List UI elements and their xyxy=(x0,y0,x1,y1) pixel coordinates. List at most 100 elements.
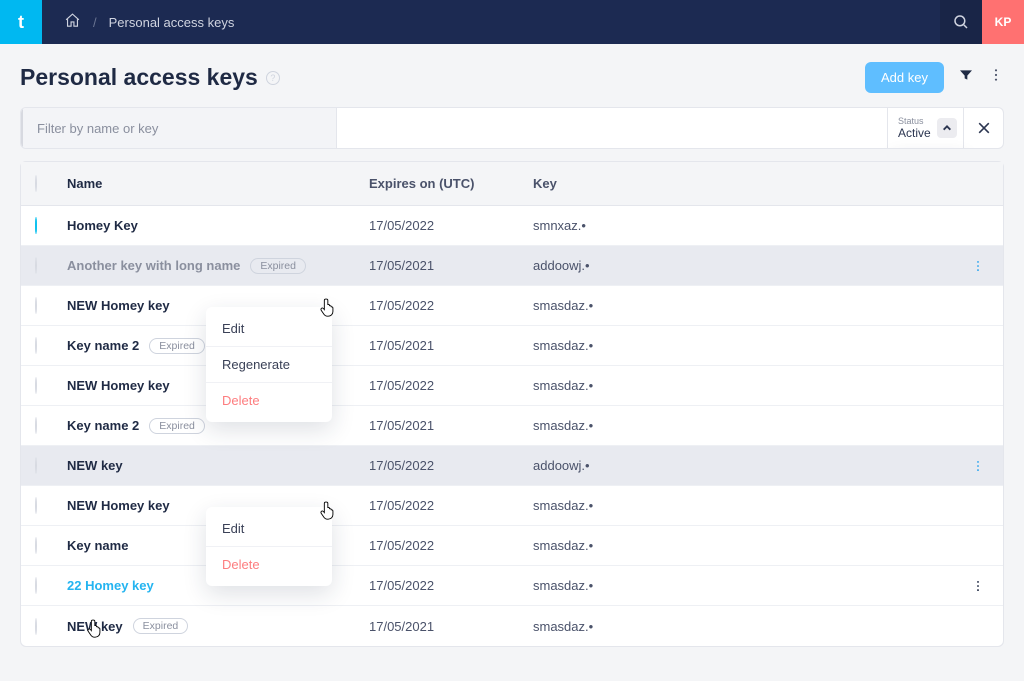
table-header: Name Expires on (UTC) Key xyxy=(21,162,1003,206)
header-actions: Add key xyxy=(865,62,1004,93)
row-key: addoowj.• xyxy=(533,458,967,473)
row-expires: 17/05/2021 xyxy=(369,418,533,433)
table-row[interactable]: Key name 2 Expired 17/05/2021smasdaz.• xyxy=(21,406,1003,446)
column-expires[interactable]: Expires on (UTC) xyxy=(369,176,533,191)
row-checkbox[interactable] xyxy=(35,457,37,474)
close-filter-button[interactable] xyxy=(963,108,1003,148)
row-expires: 17/05/2022 xyxy=(369,218,533,233)
row-key: smasdaz.• xyxy=(533,538,967,553)
row-expires: 17/05/2022 xyxy=(369,538,533,553)
table-row[interactable]: Key name 2 Expired 17/05/2021smasdaz.• xyxy=(21,326,1003,366)
row-checkbox[interactable] xyxy=(35,337,37,354)
context-menu-expired: Edit Regenerate Delete xyxy=(206,307,332,422)
row-name: Homey Key xyxy=(67,218,138,233)
page-title-text: Personal access keys xyxy=(20,64,258,91)
row-name: NEW key xyxy=(67,458,123,473)
expired-badge: Expired xyxy=(250,258,306,274)
breadcrumb-separator: / xyxy=(93,15,97,30)
row-checkbox[interactable] xyxy=(35,377,37,394)
row-key: addoowj.• xyxy=(533,258,967,273)
row-expires: 17/05/2022 xyxy=(369,298,533,313)
row-checkbox[interactable] xyxy=(35,297,37,314)
row-key: smasdaz.• xyxy=(533,498,967,513)
more-icon[interactable] xyxy=(988,67,1004,88)
table-row[interactable]: Homey Key 17/05/2022smnxaz.• xyxy=(21,206,1003,246)
row-expires: 17/05/2021 xyxy=(369,619,533,634)
home-icon[interactable] xyxy=(64,12,81,32)
user-avatar[interactable]: KP xyxy=(982,0,1024,44)
row-name: NEW Homey key xyxy=(67,498,170,513)
table-row[interactable]: NEW Homey key 17/05/2022smasdaz.• xyxy=(21,286,1003,326)
select-all-checkbox[interactable] xyxy=(35,175,37,192)
table-row[interactable]: NEW key Expired 17/05/2021smasdaz.• xyxy=(21,606,1003,646)
table-row[interactable]: Another key with long name Expired 17/05/2… xyxy=(21,246,1003,286)
filter-icon[interactable] xyxy=(958,67,974,88)
ctx-regenerate[interactable]: Regenerate xyxy=(206,346,332,382)
row-checkbox[interactable] xyxy=(35,497,37,514)
filter-bar: Status Active Active Expired xyxy=(20,107,1004,149)
row-checkbox[interactable] xyxy=(35,618,37,635)
column-checkbox xyxy=(35,176,67,191)
column-name[interactable]: Name xyxy=(67,176,369,191)
row-expires: 17/05/2021 xyxy=(369,338,533,353)
page: Personal access keys ? Add key Status Ac… xyxy=(0,44,1024,665)
row-expires: 17/05/2022 xyxy=(369,578,533,593)
row-name: Key name 2 xyxy=(67,338,139,353)
row-checkbox[interactable] xyxy=(35,417,37,434)
row-checkbox[interactable] xyxy=(35,577,37,594)
ctx-delete[interactable]: Delete xyxy=(206,382,332,418)
expired-badge: Expired xyxy=(149,338,205,354)
expired-badge: Expired xyxy=(149,418,205,434)
row-name[interactable]: 22 Homey key xyxy=(67,578,154,593)
row-expires: 17/05/2021 xyxy=(369,258,533,273)
row-key: smnxaz.• xyxy=(533,218,967,233)
row-key: smasdaz.• xyxy=(533,298,967,313)
expired-badge: Expired xyxy=(133,618,189,634)
row-name: NEW Homey key xyxy=(67,298,170,313)
ctx-edit[interactable]: Edit xyxy=(206,311,332,346)
row-expires: 17/05/2022 xyxy=(369,498,533,513)
context-menu-active: Edit Delete xyxy=(206,507,332,586)
filter-input[interactable] xyxy=(21,108,337,148)
row-key: smasdaz.• xyxy=(533,338,967,353)
row-more-button[interactable] xyxy=(967,455,989,477)
row-key: smasdaz.• xyxy=(533,418,967,433)
info-icon[interactable]: ? xyxy=(266,71,280,85)
page-header: Personal access keys ? Add key xyxy=(20,62,1004,93)
row-more-button[interactable] xyxy=(967,575,989,597)
status-filter-block: Status Active xyxy=(887,108,1003,148)
ctx-edit[interactable]: Edit xyxy=(206,511,332,546)
search-button[interactable] xyxy=(940,0,982,44)
row-checkbox[interactable] xyxy=(35,537,37,554)
row-more-button[interactable] xyxy=(967,255,989,277)
ctx-delete[interactable]: Delete xyxy=(206,546,332,582)
row-checkbox[interactable] xyxy=(35,217,37,234)
table-row[interactable]: NEW Homey key 17/05/2022smasdaz.• xyxy=(21,366,1003,406)
row-name: Key name 2 xyxy=(67,418,139,433)
row-expires: 17/05/2022 xyxy=(369,378,533,393)
row-name: Key name xyxy=(67,538,128,553)
row-name: Another key with long name xyxy=(67,258,240,273)
row-key: smasdaz.• xyxy=(533,378,967,393)
keys-table: Name Expires on (UTC) Key Homey Key 17/05… xyxy=(20,161,1004,647)
table-row[interactable]: 22 Homey key 17/05/2022smasdaz.• xyxy=(21,566,1003,606)
row-key: smasdaz.• xyxy=(533,619,967,634)
breadcrumb: / Personal access keys xyxy=(42,12,234,32)
column-key[interactable]: Key xyxy=(533,176,967,191)
page-title: Personal access keys ? xyxy=(20,64,280,91)
breadcrumb-page[interactable]: Personal access keys xyxy=(109,15,235,30)
add-key-button[interactable]: Add key xyxy=(865,62,944,93)
table-row[interactable]: Key name 17/05/2022smasdaz.• xyxy=(21,526,1003,566)
table-row[interactable]: NEW key 17/05/2022addoowj.• xyxy=(21,446,1003,486)
row-checkbox[interactable] xyxy=(35,257,37,274)
row-name: NEW key xyxy=(67,619,123,634)
status-filter[interactable]: Status Active xyxy=(887,108,963,148)
row-expires: 17/05/2022 xyxy=(369,458,533,473)
app-logo[interactable]: t xyxy=(0,0,42,44)
topbar: t / Personal access keys KP xyxy=(0,0,1024,44)
row-name: NEW Homey key xyxy=(67,378,170,393)
row-key: smasdaz.• xyxy=(533,578,967,593)
table-row[interactable]: NEW Homey key 17/05/2022smasdaz.• xyxy=(21,486,1003,526)
chevron-up-icon xyxy=(937,118,957,138)
table-body: Homey Key17/05/2022smnxaz.•Another key w… xyxy=(21,206,1003,646)
